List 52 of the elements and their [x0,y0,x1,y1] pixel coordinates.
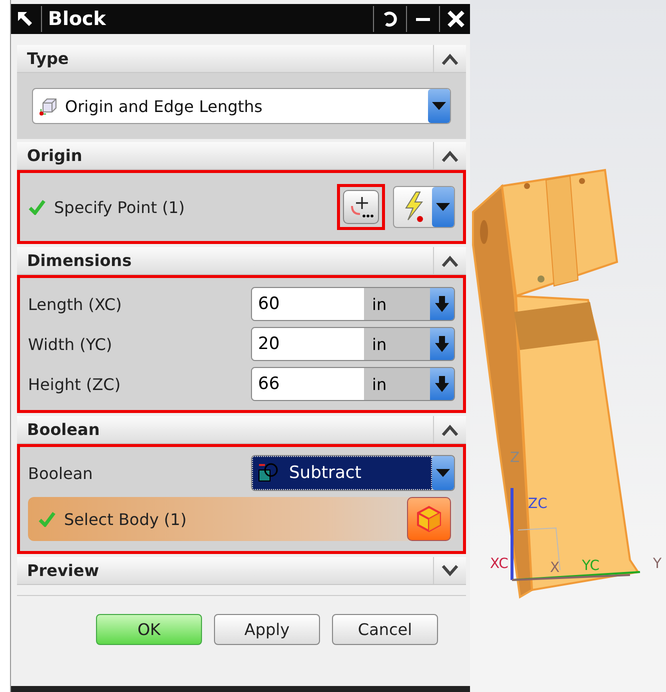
dimension-label: Height (ZC) [28,374,121,394]
axis-label: X [550,560,560,576]
section-title: Boolean [26,420,101,439]
collapse-caret-icon[interactable] [441,254,459,266]
collapse-caret-icon[interactable] [441,52,459,64]
dimension-label: Length (XC) [28,294,122,314]
section-header[interactable]: Boolean [17,416,466,444]
section-header[interactable]: Dimensions [17,247,466,275]
dialog-button[interactable]: OK [96,614,202,645]
section-title: Preview [26,561,100,580]
dimension-field[interactable]: 66 in [251,367,455,401]
down-arrow-icon[interactable] [434,335,450,353]
section-header[interactable]: Preview [17,557,466,585]
section-title: Origin [26,146,84,165]
section-header[interactable]: Origin [17,142,466,170]
axis-label: YC [582,558,600,574]
section-title: Type [26,49,70,68]
axis-label: Y [653,556,662,572]
type-dropdown[interactable]: Origin and Edge Lengths [32,88,451,124]
caret-icon[interactable] [436,203,450,211]
axis-label: ZC [528,496,548,512]
point-type-dropdown[interactable] [393,186,455,228]
boolean-label: Boolean [28,464,93,482]
axis-label: Z [510,450,520,466]
section-title: Dimensions [26,251,133,270]
dialog-button[interactable]: Cancel [332,614,438,645]
dimension-label: Width (YC) [28,334,112,354]
collapse-caret-icon[interactable] [441,150,459,162]
block-icon [39,96,59,116]
dimension-field[interactable]: 60 in [251,287,455,321]
down-arrow-icon[interactable] [434,375,450,393]
expand-caret-icon[interactable] [441,564,459,576]
close-icon[interactable] [446,9,466,29]
dialog-button[interactable]: Apply [214,614,320,645]
collapse-caret-icon[interactable] [441,424,459,436]
dimension-field[interactable]: 20 in [251,327,455,361]
section-header[interactable]: Type [17,45,466,73]
select-body-button[interactable] [407,497,451,541]
window-title: Block [48,8,106,30]
axis-label: XC [490,556,508,572]
plus-point-icon [348,194,374,220]
cube-icon [415,505,443,533]
boolean-dropdown[interactable]: Subtract [251,455,455,491]
subtract-icon [257,462,279,484]
caret-icon[interactable] [432,102,446,110]
arrow-icon[interactable] [15,9,35,29]
select-body-label: Select Body (1) [64,510,187,528]
specify-point-label: Specify Point (1) [54,198,185,216]
down-arrow-icon[interactable] [434,295,450,313]
point-dialog-button[interactable] [343,190,379,224]
caret-icon[interactable] [436,469,450,477]
select-body-bar[interactable]: Select Body (1) [28,497,455,541]
